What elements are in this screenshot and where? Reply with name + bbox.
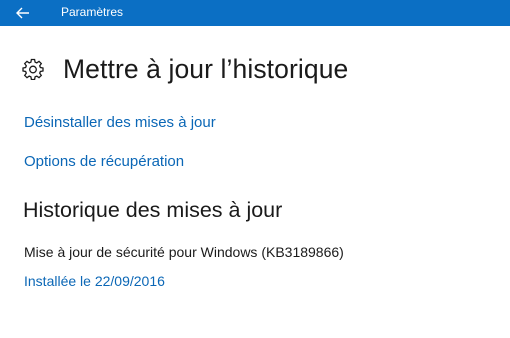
page-header: Mettre à jour l’historique: [22, 50, 348, 88]
settings-window: Paramètres Mettre à jour l’historique Dé…: [0, 0, 510, 338]
section-title: Historique des mises à jour: [23, 198, 283, 222]
update-item-status-link[interactable]: Installée le 22/09/2016: [24, 273, 165, 289]
recovery-options-link[interactable]: Options de récupération: [24, 153, 184, 170]
app-title: Paramètres: [61, 5, 124, 19]
uninstall-updates-link[interactable]: Désinstaller des mises à jour: [24, 114, 216, 131]
arrow-left-icon: [16, 7, 30, 19]
title-bar: Paramètres: [0, 0, 510, 26]
page-title: Mettre à jour l’historique: [63, 53, 349, 84]
update-item-name: Mise à jour de sécurité pour Windows (KB…: [24, 244, 344, 260]
gear-icon: [22, 58, 44, 80]
back-button[interactable]: [0, 0, 46, 26]
